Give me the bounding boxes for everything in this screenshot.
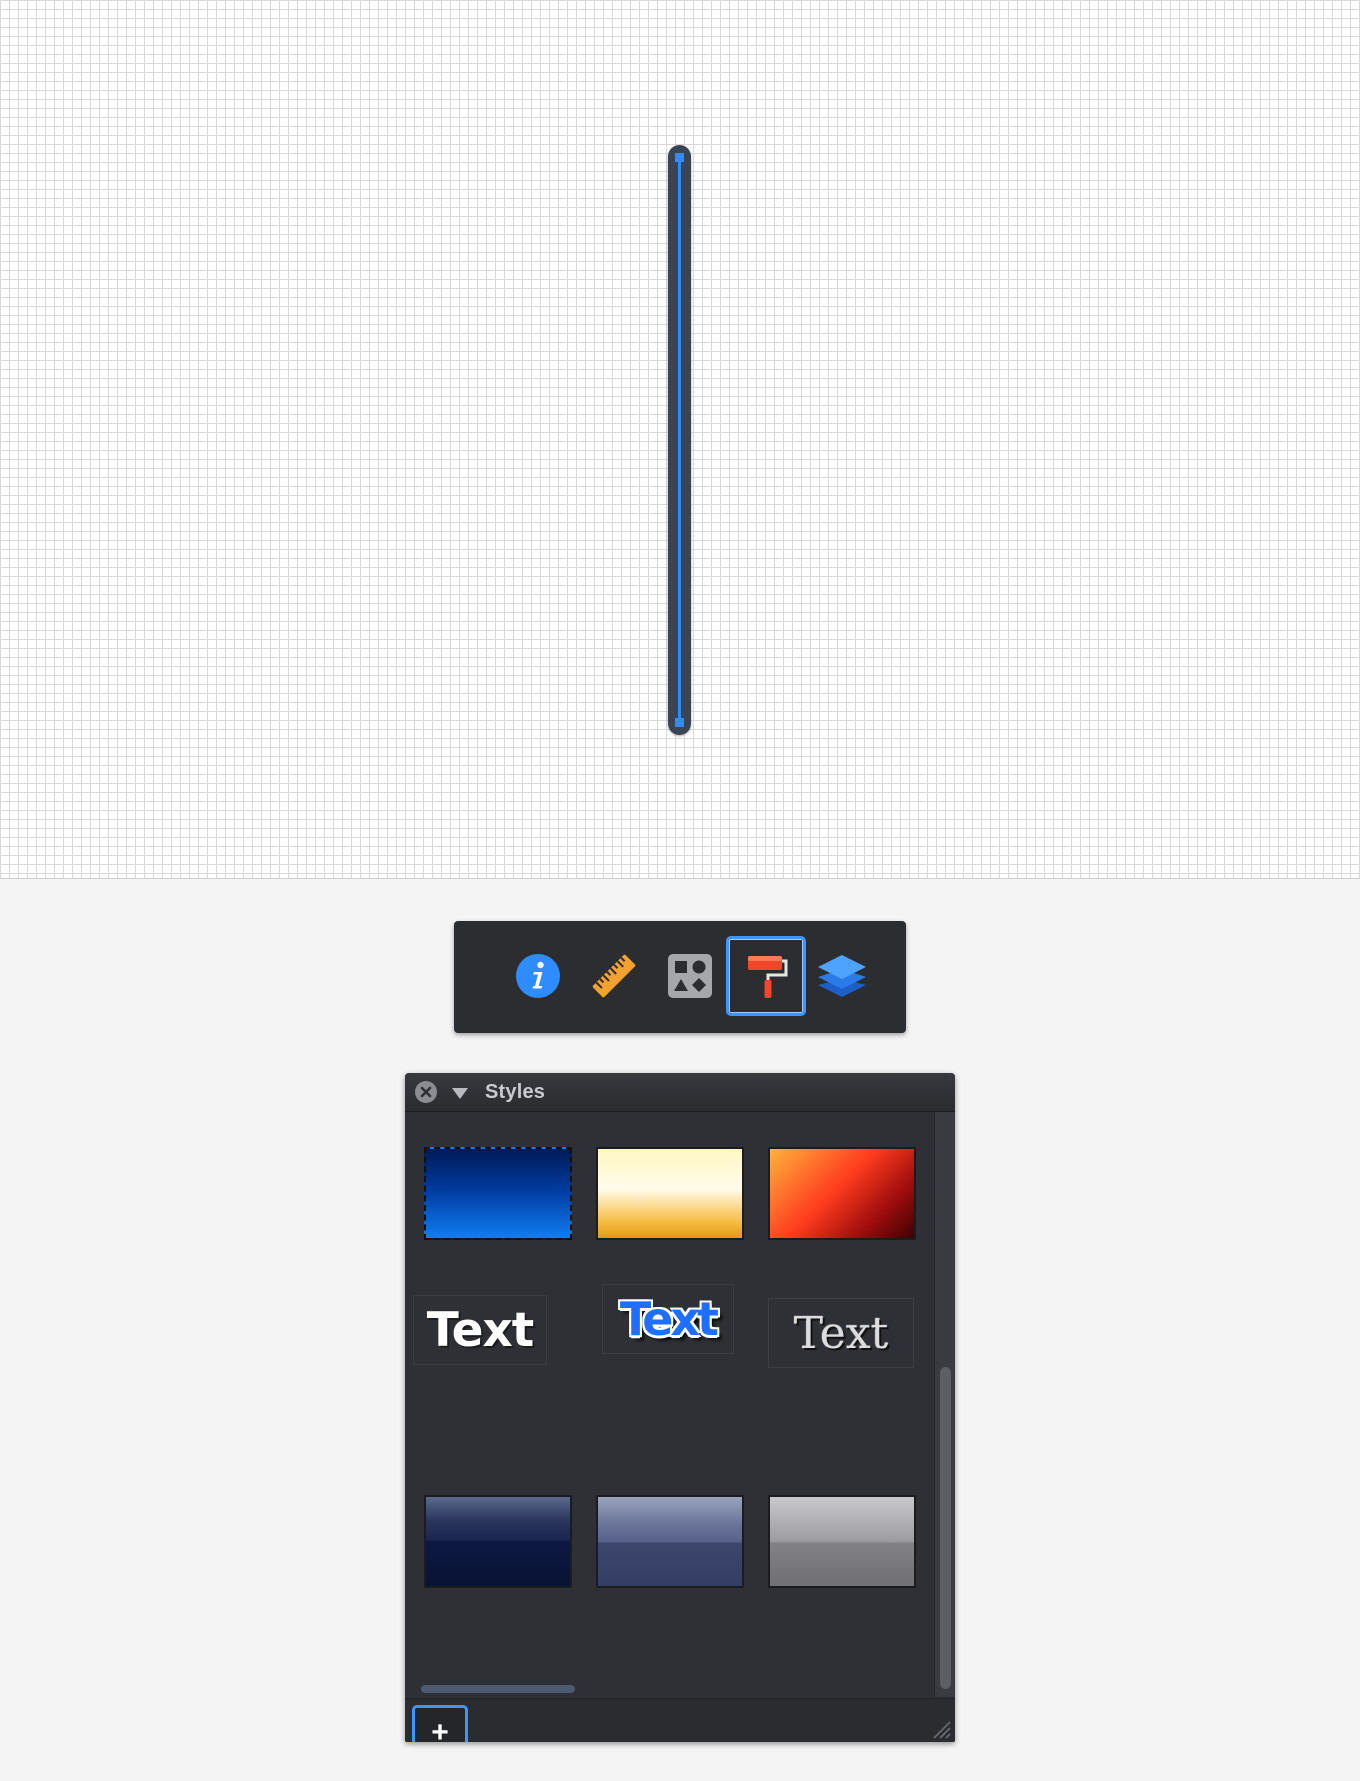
panel-header: Styles: [405, 1073, 955, 1112]
text-style-label: Text: [619, 1292, 719, 1346]
ruler-icon: [592, 954, 636, 998]
text-style-label: Text: [426, 1302, 534, 1358]
grid-canvas[interactable]: [0, 0, 1360, 879]
layers-button[interactable]: [802, 936, 882, 1016]
text-style-blue-outline[interactable]: Text: [602, 1284, 734, 1354]
scrollbar-thumb[interactable]: [940, 1367, 951, 1689]
close-panel-button[interactable]: [415, 1081, 437, 1103]
style-swatch-blue-gradient[interactable]: [424, 1147, 572, 1240]
add-style-button[interactable]: +: [412, 1705, 468, 1742]
style-swatch-navy-glossy[interactable]: [424, 1495, 572, 1588]
text-style-serif-shadow[interactable]: Text: [768, 1298, 914, 1368]
shapes-icon: [668, 954, 712, 998]
styles-panel: Styles Text Text Text +: [405, 1073, 955, 1742]
text-style-label: Text: [793, 1307, 889, 1359]
panel-title: Styles: [485, 1081, 546, 1103]
selected-line-shape[interactable]: [668, 145, 691, 735]
paint-roller-icon: [748, 956, 788, 998]
style-swatch-gray-glossy[interactable]: [768, 1495, 916, 1588]
line-path: [678, 156, 681, 724]
inspector-toolbar: [454, 921, 906, 1033]
layers-icon: [818, 955, 866, 997]
resize-grip-icon[interactable]: [929, 1717, 951, 1739]
info-button[interactable]: [498, 936, 578, 1016]
metrics-button[interactable]: [574, 936, 654, 1016]
line-start-handle[interactable]: [675, 153, 684, 162]
panel-scrollbar[interactable]: [934, 1112, 955, 1697]
text-style-bold-shadow[interactable]: Text: [413, 1295, 547, 1365]
info-icon: [516, 954, 560, 998]
shapes-button[interactable]: [650, 936, 730, 1016]
panel-footer: +: [405, 1698, 955, 1742]
style-swatch-slate-glossy[interactable]: [596, 1495, 744, 1588]
close-icon: [420, 1086, 432, 1098]
styles-grid: Text Text Text: [405, 1112, 935, 1697]
collapse-triangle-icon[interactable]: [452, 1088, 468, 1099]
styles-button[interactable]: [726, 936, 806, 1016]
style-swatch-yellow-gradient[interactable]: [596, 1147, 744, 1240]
style-swatch-line[interactable]: [421, 1685, 575, 1693]
style-swatch-red-gradient[interactable]: [768, 1147, 916, 1240]
line-end-handle[interactable]: [675, 718, 684, 727]
